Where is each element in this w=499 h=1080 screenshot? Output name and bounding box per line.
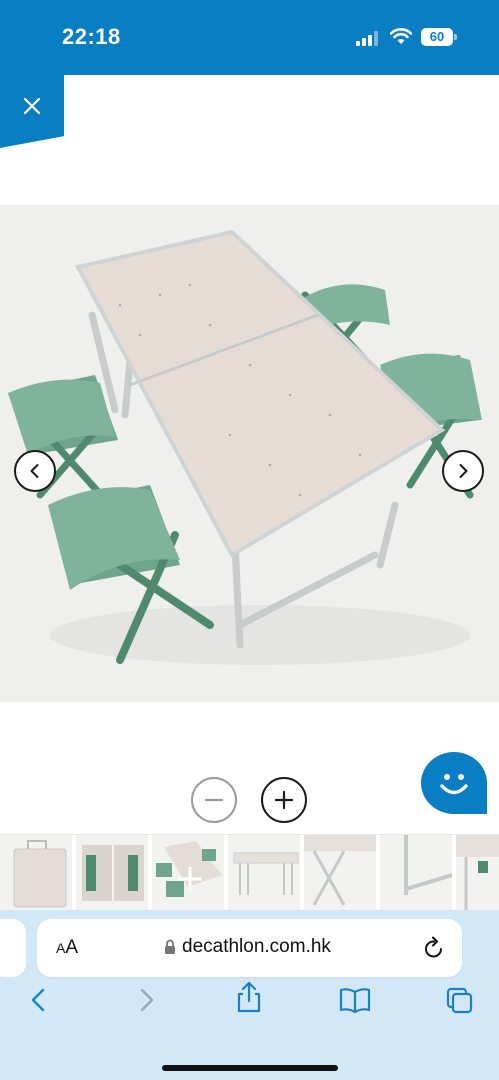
- reader-settings-button[interactable]: AA: [56, 937, 78, 959]
- thumbnail-3[interactable]: [152, 835, 226, 911]
- thumbnail-2[interactable]: [76, 835, 150, 911]
- previous-image-button[interactable]: [14, 450, 56, 492]
- thumbnail-strip: [0, 834, 499, 911]
- close-button[interactable]: [0, 74, 64, 148]
- table-set-illustration: [8, 229, 482, 665]
- tabs-button[interactable]: [444, 985, 474, 1015]
- share-icon: [237, 981, 261, 1013]
- lock-icon: [165, 939, 175, 954]
- url-text: decathlon.com.hk: [182, 936, 331, 957]
- share-button[interactable]: [234, 980, 264, 1013]
- thumbnail-4[interactable]: [228, 835, 302, 911]
- minus-icon: [204, 798, 224, 802]
- smiley-chat-icon: [440, 774, 468, 795]
- chat-button[interactable]: [421, 752, 487, 814]
- zoom-out-button[interactable]: [191, 777, 237, 823]
- bookmarks-icon: [339, 988, 371, 1014]
- chevron-left-icon: [30, 464, 39, 478]
- status-time: 22:18: [62, 24, 121, 49]
- battery-level: 60: [421, 28, 453, 46]
- zoom-in-button[interactable]: [261, 777, 307, 823]
- chevron-right-icon: [459, 464, 468, 478]
- tabs-icon: [446, 987, 473, 1014]
- reload-icon[interactable]: [423, 936, 445, 960]
- forward-icon: [140, 988, 154, 1012]
- thumbnail-5[interactable]: [304, 835, 378, 911]
- cellular-signal-icon: [356, 30, 382, 46]
- next-image-button[interactable]: [442, 450, 484, 492]
- product-image[interactable]: [0, 205, 499, 702]
- page: 22:18 60 AA decathlon.com.hk: [0, 0, 499, 1080]
- battery-icon: 60: [421, 28, 457, 46]
- wifi-icon: [389, 27, 413, 45]
- close-icon: [23, 97, 41, 115]
- forward-button[interactable]: [131, 985, 161, 1015]
- thumbnail-1[interactable]: [0, 835, 74, 911]
- home-indicator[interactable]: [162, 1065, 338, 1071]
- back-icon: [31, 988, 45, 1012]
- previous-tab-preview[interactable]: [0, 919, 26, 977]
- bookmarks-button[interactable]: [338, 985, 372, 1015]
- address-bar[interactable]: AA decathlon.com.hk: [37, 919, 462, 977]
- thumbnail-7[interactable]: [456, 835, 499, 911]
- status-bar: 22:18 60: [0, 0, 499, 75]
- plus-icon: [274, 790, 294, 810]
- back-button[interactable]: [24, 985, 54, 1015]
- thumbnail-6[interactable]: [380, 835, 454, 911]
